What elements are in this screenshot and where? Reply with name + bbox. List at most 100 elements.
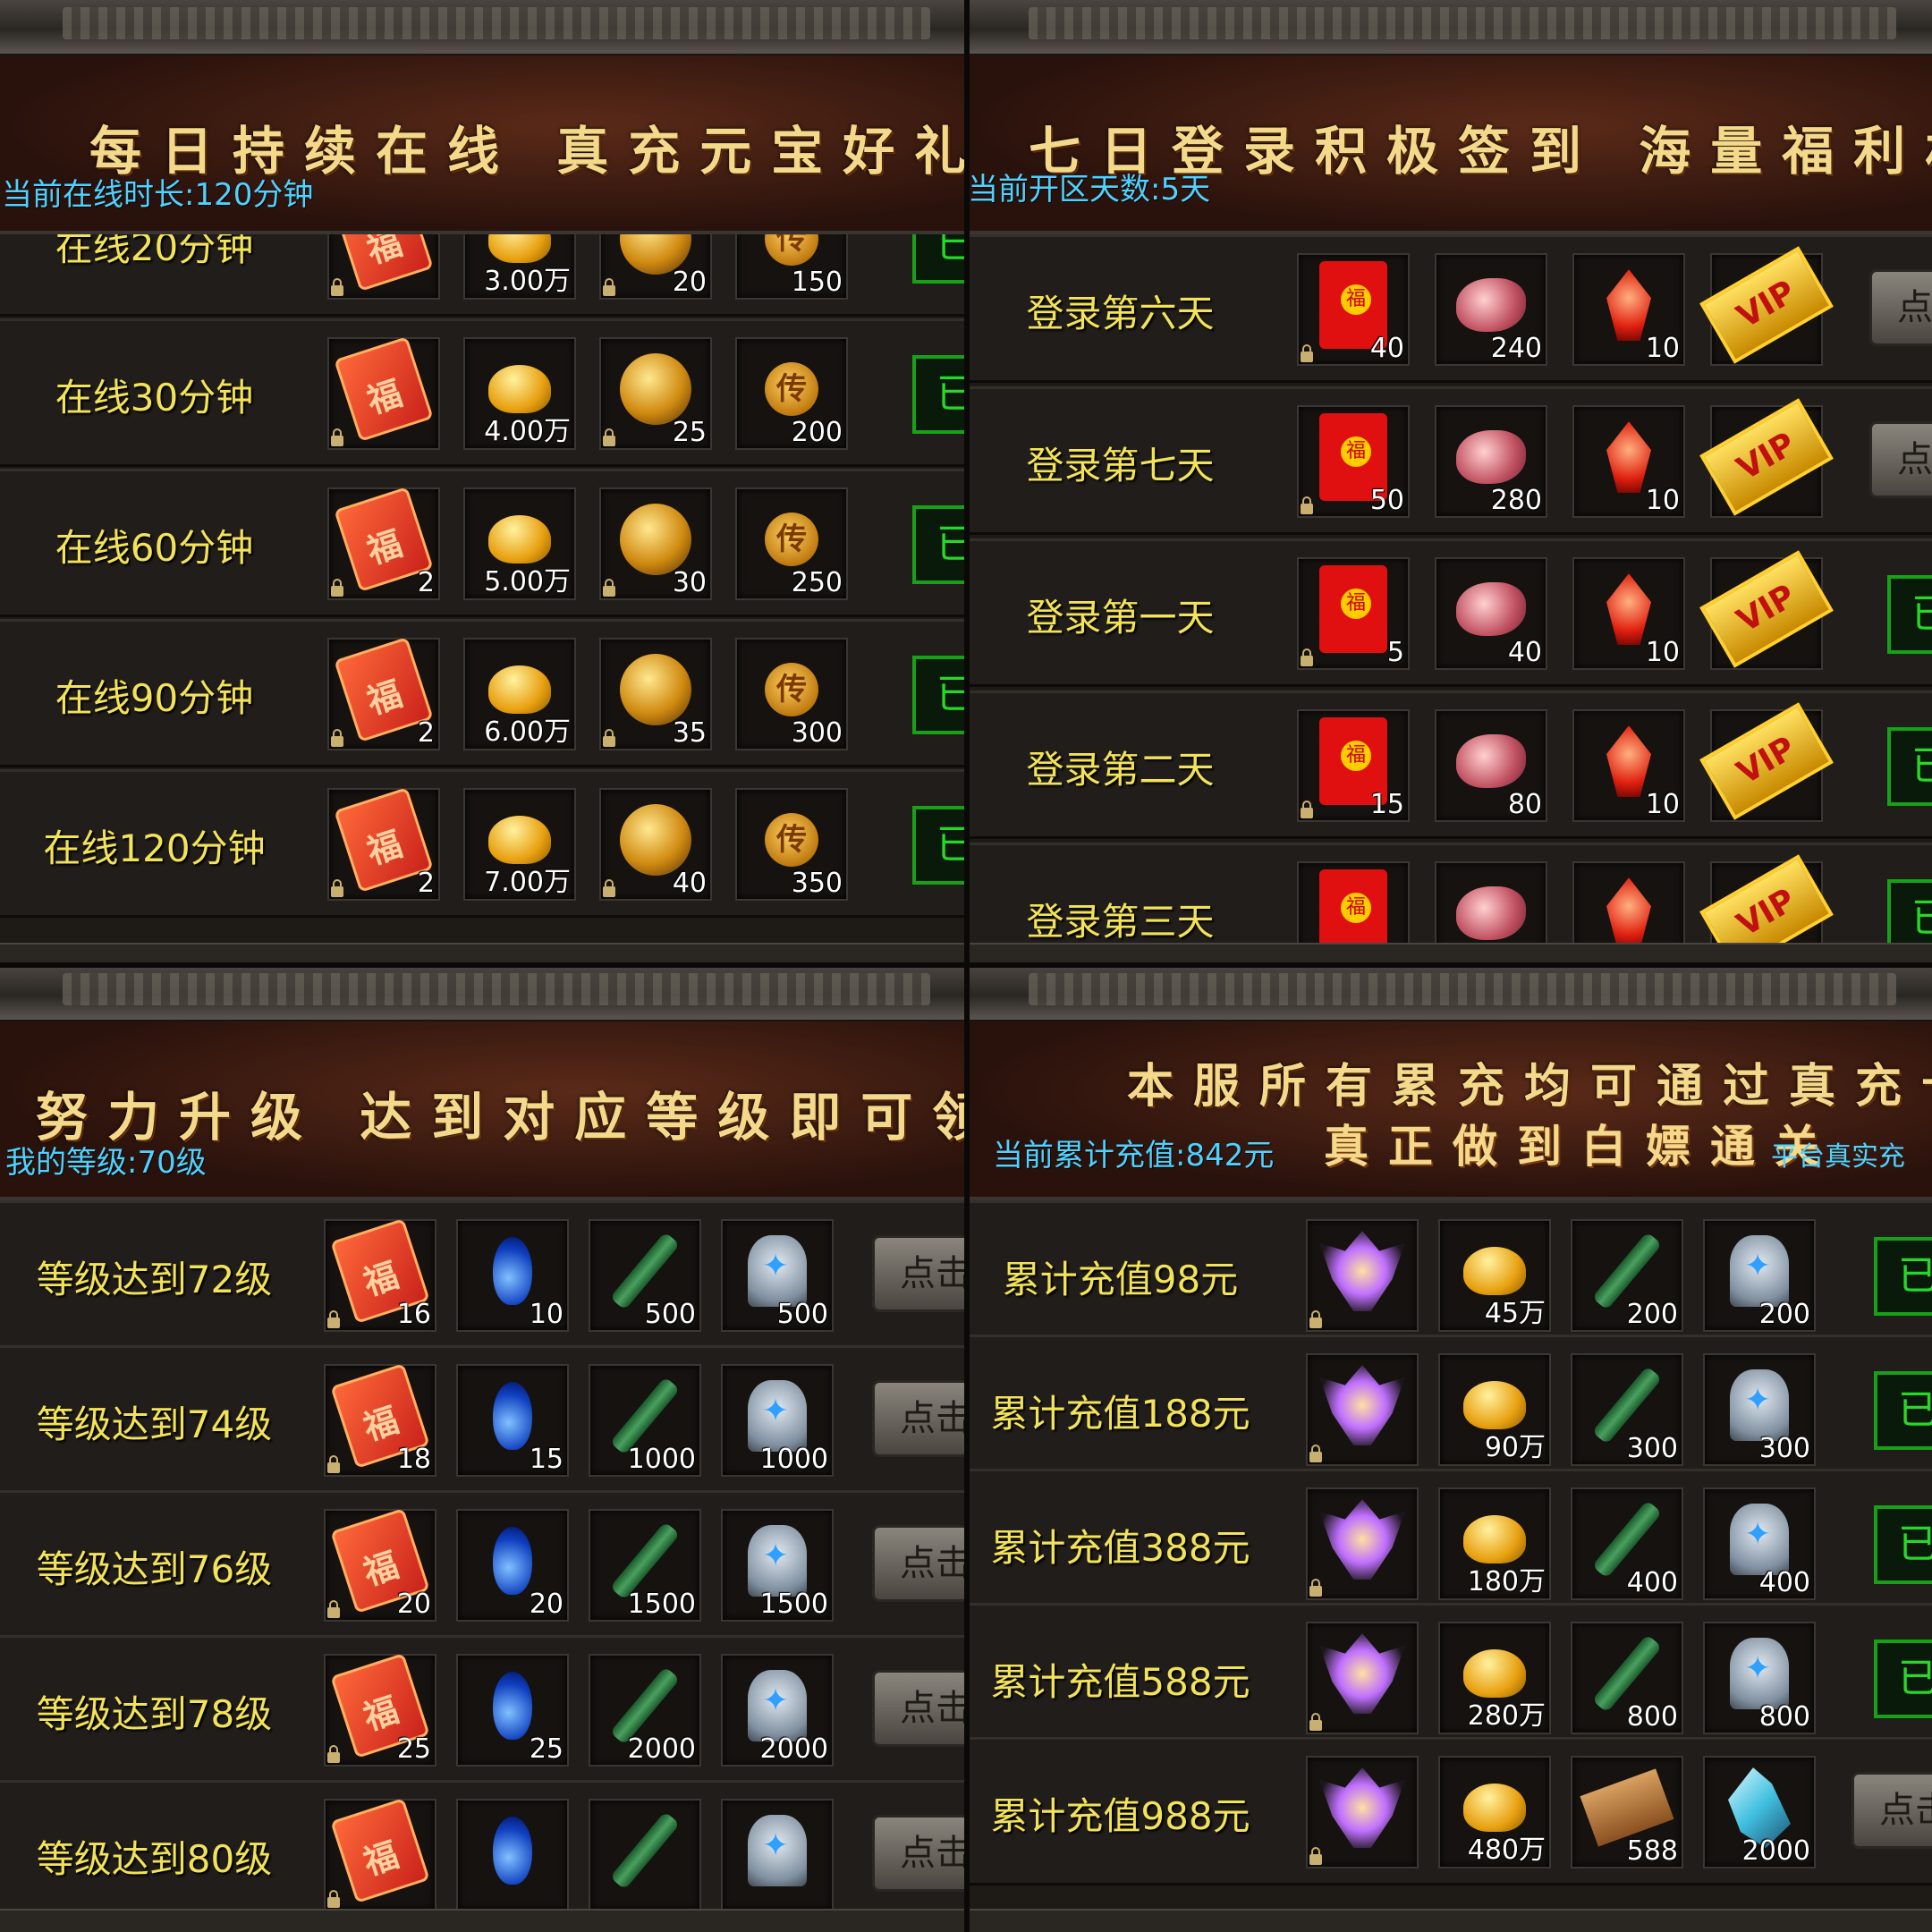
item-slot[interactable] (1306, 1622, 1419, 1734)
claimed-button[interactable]: 已 (912, 656, 966, 734)
item-slot[interactable]: 50 (1297, 405, 1410, 518)
item-slot[interactable]: 20 (324, 1508, 436, 1622)
item-slot[interactable]: 25 (599, 337, 712, 450)
item-slot[interactable]: 18 (324, 1363, 436, 1477)
item-slot[interactable]: 45万 (1438, 1219, 1551, 1332)
item-slot[interactable]: 300 (1703, 1353, 1816, 1466)
item-slot[interactable]: 15 (456, 1364, 569, 1477)
item-slot[interactable]: 5.00万 (463, 487, 576, 600)
item-slot[interactable]: 10 (456, 1219, 569, 1332)
item-slot[interactable]: 25 (324, 1653, 436, 1767)
item-slot[interactable]: VIP (1699, 246, 1834, 366)
item-slot[interactable]: 800 (1703, 1622, 1816, 1734)
item-slot[interactable]: 7.00万 (463, 788, 576, 901)
item-slot[interactable]: 30 (599, 487, 712, 600)
item-slot[interactable]: 传 150 (735, 234, 848, 300)
item-slot[interactable]: 2000 (589, 1654, 701, 1767)
item-slot[interactable]: 10 (1572, 405, 1685, 518)
claimed-button[interactable]: 已 (1887, 879, 1932, 945)
item-slot[interactable]: 传 200 (735, 337, 848, 450)
item-slot[interactable]: 6.00万 (463, 638, 576, 750)
claim-button[interactable]: 点击 (872, 1525, 966, 1602)
item-slot[interactable]: 800 (1571, 1622, 1683, 1734)
claimed-button[interactable]: 已 (1887, 727, 1932, 806)
item-slot[interactable] (327, 336, 440, 450)
claimed-button[interactable]: 已 (1874, 1505, 1932, 1584)
item-slot[interactable]: 180万 (1438, 1487, 1551, 1600)
claimed-button[interactable]: 已 (912, 806, 966, 885)
item-slot[interactable]: 1000 (589, 1364, 701, 1477)
item-slot[interactable]: 2 (327, 787, 440, 901)
item-slot[interactable] (1306, 1487, 1419, 1600)
item-slot[interactable]: 280 (1435, 405, 1547, 518)
item-slot[interactable]: 10 (1572, 557, 1685, 670)
item-slot[interactable]: 2000 (1703, 1756, 1816, 1868)
item-slot[interactable]: 15 (1297, 709, 1410, 822)
item-slot[interactable]: 16 (324, 1218, 436, 1332)
claimed-button[interactable]: 已 (1874, 1237, 1932, 1316)
item-slot[interactable]: 传 350 (735, 788, 848, 901)
item-slot[interactable]: 500 (589, 1219, 701, 1332)
item-slot[interactable]: 480万 (1438, 1756, 1551, 1868)
item-slot[interactable]: 25 (456, 1654, 569, 1767)
item-slot[interactable]: 280万 (1438, 1622, 1551, 1734)
item-slot[interactable]: 200 (1571, 1219, 1683, 1332)
claim-button[interactable]: 点 (1869, 421, 1932, 498)
item-slot[interactable]: 10 (1572, 709, 1685, 822)
item-slot[interactable]: 2 (327, 637, 440, 750)
claim-button[interactable]: 点击 (872, 1380, 966, 1457)
item-slot[interactable] (327, 234, 440, 300)
item-slot[interactable]: 40 (1435, 557, 1547, 670)
item-slot[interactable]: 1500 (589, 1509, 701, 1622)
claimed-button[interactable]: 已 (1874, 1371, 1932, 1450)
item-slot[interactable]: 35 (599, 638, 712, 750)
claimed-button[interactable]: 已 (912, 505, 966, 584)
item-slot[interactable] (456, 1799, 569, 1911)
claim-button[interactable]: 点击 (872, 1815, 966, 1892)
item-slot[interactable]: 传 300 (735, 638, 848, 750)
item-slot[interactable]: VIP (1699, 702, 1834, 822)
item-slot[interactable]: 4.00万 (463, 337, 576, 450)
item-slot[interactable] (721, 1799, 834, 1911)
item-slot[interactable] (589, 1799, 701, 1911)
item-slot[interactable] (1435, 861, 1547, 945)
item-slot[interactable]: 20 (456, 1509, 569, 1622)
item-slot[interactable]: 500 (721, 1219, 834, 1332)
item-slot[interactable] (1306, 1219, 1419, 1332)
item-slot[interactable]: VIP (1699, 854, 1834, 945)
item-slot[interactable]: 588 (1571, 1756, 1683, 1868)
item-slot[interactable]: 3.00万 (463, 234, 576, 300)
item-slot[interactable]: 2000 (721, 1654, 834, 1767)
item-slot[interactable]: 40 (599, 788, 712, 901)
claim-button[interactable]: 点 (1869, 269, 1932, 346)
item-slot[interactable] (1572, 861, 1685, 945)
item-slot[interactable]: VIP (1699, 398, 1834, 518)
item-slot[interactable]: 2 (327, 487, 440, 600)
item-slot[interactable]: 80 (1435, 709, 1547, 822)
item-slot[interactable]: 传 250 (735, 487, 848, 600)
item-slot[interactable] (324, 1798, 436, 1911)
item-slot[interactable]: 10 (1572, 253, 1685, 366)
item-slot[interactable]: 5 (1297, 557, 1410, 670)
item-slot[interactable]: 1500 (721, 1509, 834, 1622)
item-slot[interactable]: 90万 (1438, 1353, 1551, 1466)
item-slot[interactable] (1306, 1353, 1419, 1466)
item-slot[interactable]: 300 (1571, 1353, 1683, 1466)
item-slot[interactable]: 20 (599, 234, 712, 300)
claimed-button[interactable]: 已 (912, 234, 966, 284)
item-slot[interactable]: 240 (1435, 253, 1547, 366)
item-slot[interactable]: 400 (1571, 1487, 1683, 1600)
item-slot[interactable] (1297, 861, 1410, 945)
item-slot[interactable]: 400 (1703, 1487, 1816, 1600)
item-slot[interactable]: 200 (1703, 1219, 1816, 1332)
claimed-button[interactable]: 已 (912, 355, 966, 434)
claim-button[interactable]: 点击 (872, 1670, 966, 1747)
claimed-button[interactable]: 已 (1887, 575, 1932, 654)
item-slot[interactable] (1306, 1756, 1419, 1868)
item-slot[interactable]: VIP (1699, 550, 1834, 670)
claim-button[interactable]: 点击 (1852, 1772, 1932, 1849)
claimed-button[interactable]: 已 (1874, 1640, 1932, 1718)
item-slot[interactable]: 40 (1297, 253, 1410, 366)
item-slot[interactable]: 1000 (721, 1364, 834, 1477)
claim-button[interactable]: 点击 (872, 1235, 966, 1312)
